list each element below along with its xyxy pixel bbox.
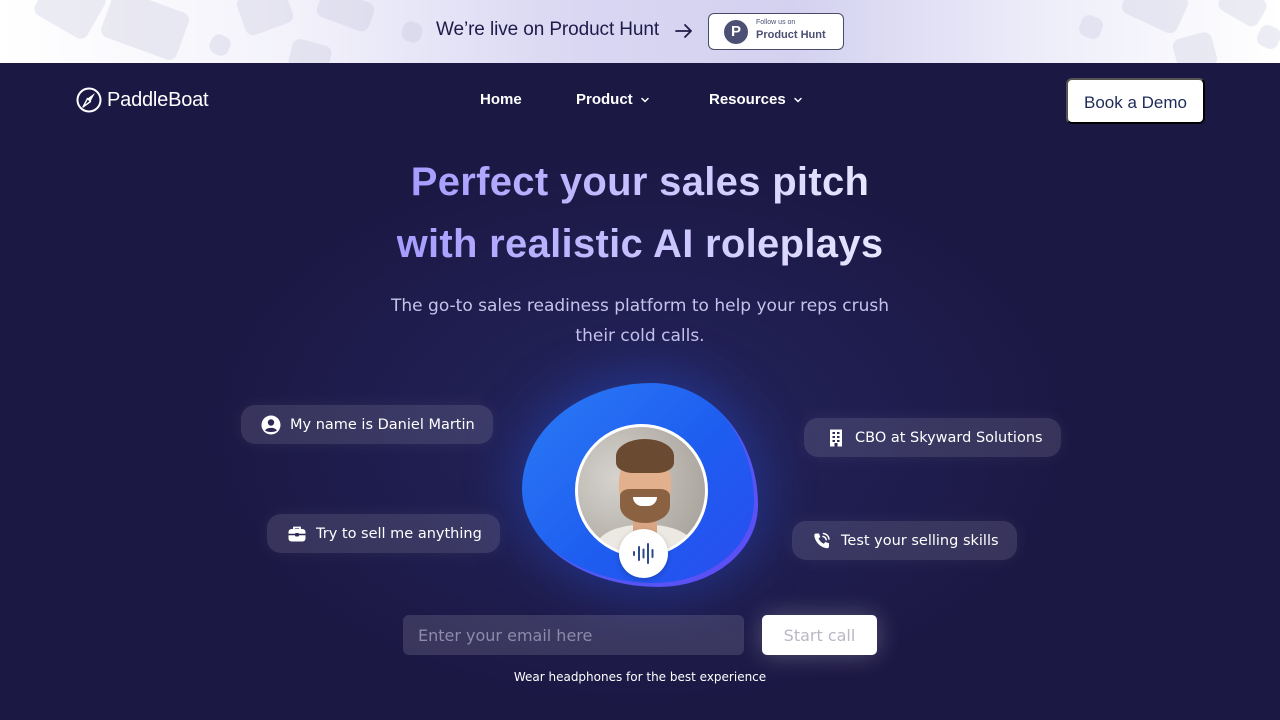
hero-headline-line-2: with realistic AI roleplays — [396, 222, 884, 266]
announcement-text[interactable]: We’re live on Product Hunt — [436, 19, 659, 41]
nav-link-product[interactable]: Product — [576, 91, 650, 108]
user-circle-icon — [261, 415, 281, 434]
avatar-hair — [616, 439, 674, 473]
persona-pill-text: CBO at Skyward Solutions — [855, 429, 1043, 446]
decorative-shape — [1254, 22, 1280, 52]
arrow-right-icon[interactable] — [674, 18, 698, 44]
chevron-down-icon — [640, 97, 649, 103]
phone-call-icon — [814, 532, 830, 548]
decorative-shape — [31, 0, 109, 42]
product-hunt-badge-title: Product Hunt — [756, 29, 826, 41]
persona-pill-text: My name is Daniel Martin — [290, 416, 475, 433]
decorative-shape — [1215, 0, 1270, 30]
persona-pill-text: Try to sell me anything — [316, 525, 482, 542]
decorative-shape — [399, 19, 425, 45]
compass-paddle-icon — [76, 87, 102, 113]
nav-link-label: Home — [480, 91, 522, 108]
headphones-hint: Wear headphones for the best experience — [513, 670, 767, 684]
persona-pill-text: Test your selling skills — [841, 532, 999, 549]
persona-pill-title: CBO at Skyward Solutions — [804, 418, 1061, 457]
voice-wave-icon — [633, 543, 654, 564]
nav-link-home[interactable]: Home — [480, 91, 522, 108]
start-call-button[interactable]: Start call — [762, 615, 877, 655]
brand-logo[interactable]: PaddleBoat — [76, 87, 209, 113]
email-input[interactable] — [403, 615, 744, 655]
main-nav: PaddleBoat Home Product Resources Book a… — [0, 63, 1280, 139]
nav-link-label: Resources — [709, 91, 786, 108]
hero-headline-line-1: Perfect your sales pitch — [410, 160, 870, 204]
hero-subtitle: The go-to sales readiness platform to he… — [391, 296, 889, 346]
persona-pill-name: My name is Daniel Martin — [241, 405, 493, 444]
decorative-shape — [206, 31, 234, 59]
decorative-shape — [98, 0, 192, 63]
nav-link-resources[interactable]: Resources — [709, 91, 803, 108]
decorative-shape — [1076, 12, 1106, 42]
persona-pill-test: Test your selling skills — [792, 521, 1017, 560]
building-icon — [830, 429, 842, 446]
brand-name: PaddleBoat — [107, 88, 209, 111]
product-hunt-badge-caption: Follow us on — [756, 19, 796, 26]
avatar-beard — [620, 489, 670, 523]
decorative-shape — [1171, 30, 1219, 63]
briefcase-icon — [288, 526, 306, 541]
chevron-down-icon — [793, 97, 802, 103]
product-hunt-badge[interactable]: P Follow us on Product Hunt — [708, 13, 844, 50]
decorative-shape — [234, 0, 296, 38]
product-hunt-logo-icon: P — [724, 20, 748, 44]
decorative-shape — [1119, 0, 1191, 36]
nav-link-label: Product — [576, 91, 633, 108]
decorative-shape — [314, 0, 377, 34]
announcement-bar: We’re live on Product Hunt P Follow us o… — [0, 0, 1280, 63]
voice-call-button[interactable] — [619, 529, 668, 578]
book-demo-button[interactable]: Book a Demo — [1066, 78, 1205, 124]
decorative-shape — [286, 37, 334, 63]
persona-pill-challenge: Try to sell me anything — [267, 514, 500, 553]
